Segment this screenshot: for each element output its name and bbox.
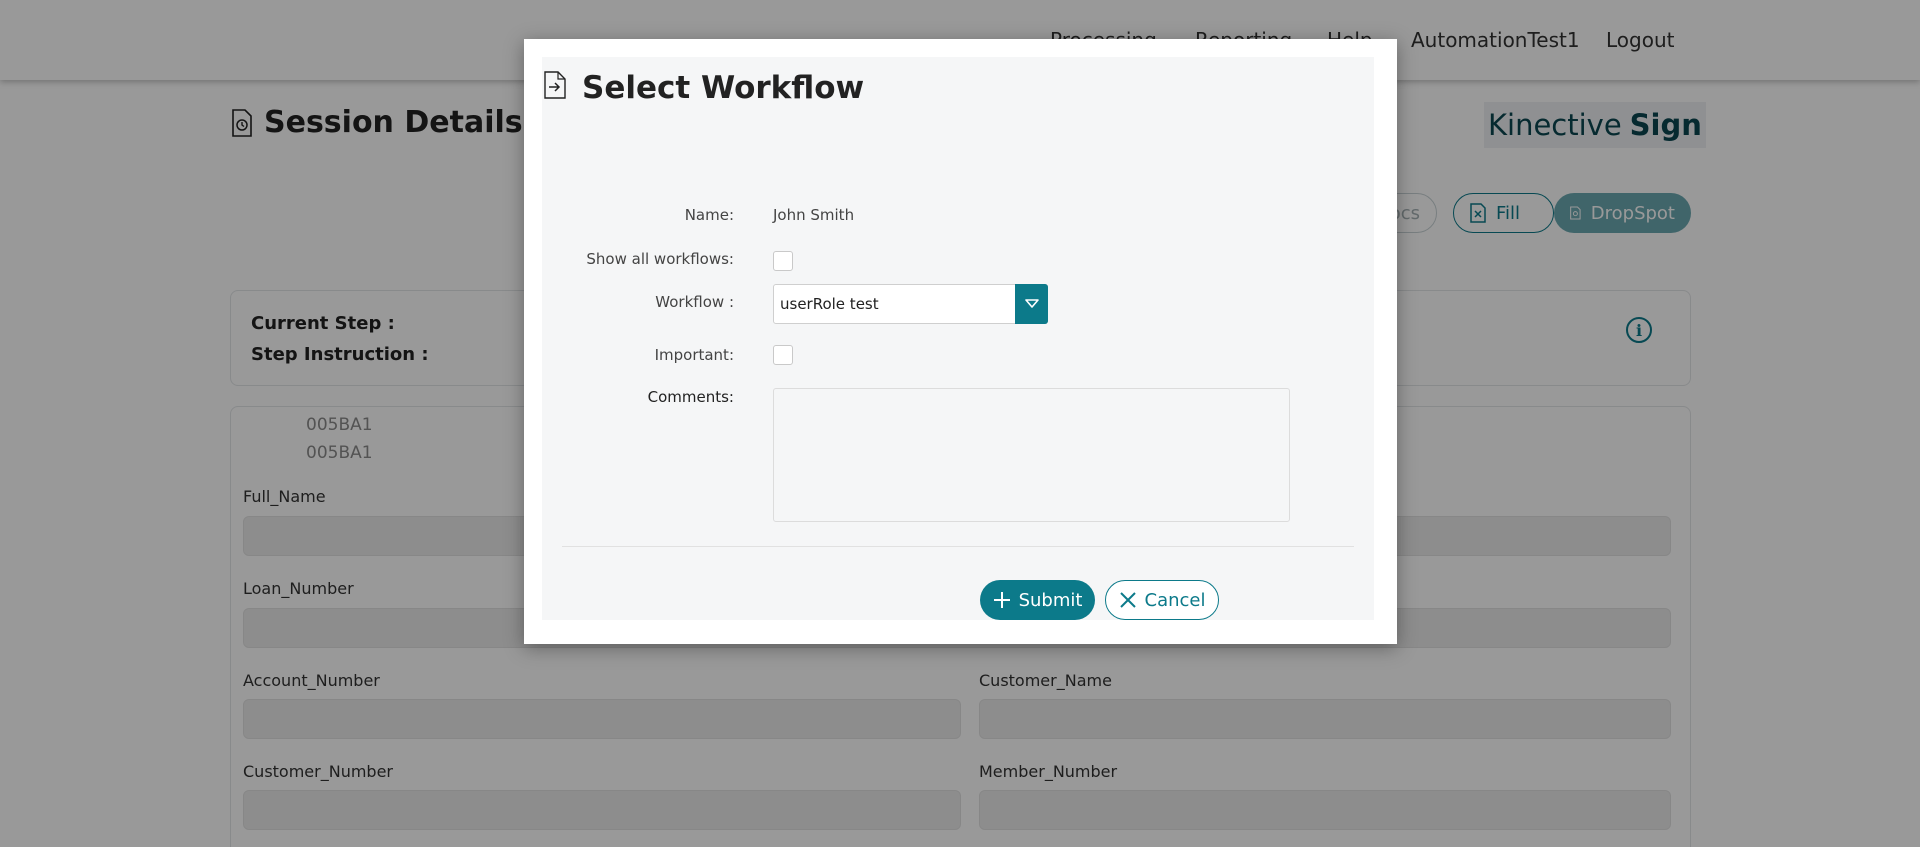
plus-icon: [993, 592, 1010, 608]
document-arrow-icon: [544, 71, 566, 99]
comments-label: Comments:: [647, 388, 734, 406]
dialog-body: Select Workflow Name: John Smith Show al…: [542, 57, 1374, 620]
workflow-select-value: userRole test: [780, 295, 879, 313]
name-value: John Smith: [773, 206, 855, 224]
cancel-button[interactable]: Cancel: [1105, 580, 1219, 620]
workflow-label: Workflow :: [655, 293, 734, 311]
dialog-title: Select Workflow: [582, 70, 865, 106]
submit-button[interactable]: Submit: [980, 580, 1095, 620]
cancel-button-label: Cancel: [1144, 589, 1206, 611]
select-workflow-dialog: Select Workflow Name: John Smith Show al…: [524, 39, 1397, 644]
workflow-dropdown-button[interactable]: [1015, 284, 1048, 324]
workflow-select[interactable]: userRole test: [773, 284, 1048, 324]
dialog-divider: [562, 546, 1354, 547]
chevron-down-icon: [1024, 299, 1039, 308]
show-all-workflows-checkbox[interactable]: [773, 251, 793, 271]
name-label: Name:: [684, 206, 734, 224]
submit-button-label: Submit: [1018, 589, 1083, 611]
comments-textarea[interactable]: [773, 388, 1290, 522]
show-all-workflows-label: Show all workflows:: [586, 250, 734, 268]
important-checkbox[interactable]: [773, 345, 793, 365]
important-label: Important:: [654, 346, 734, 364]
close-icon: [1119, 592, 1136, 608]
